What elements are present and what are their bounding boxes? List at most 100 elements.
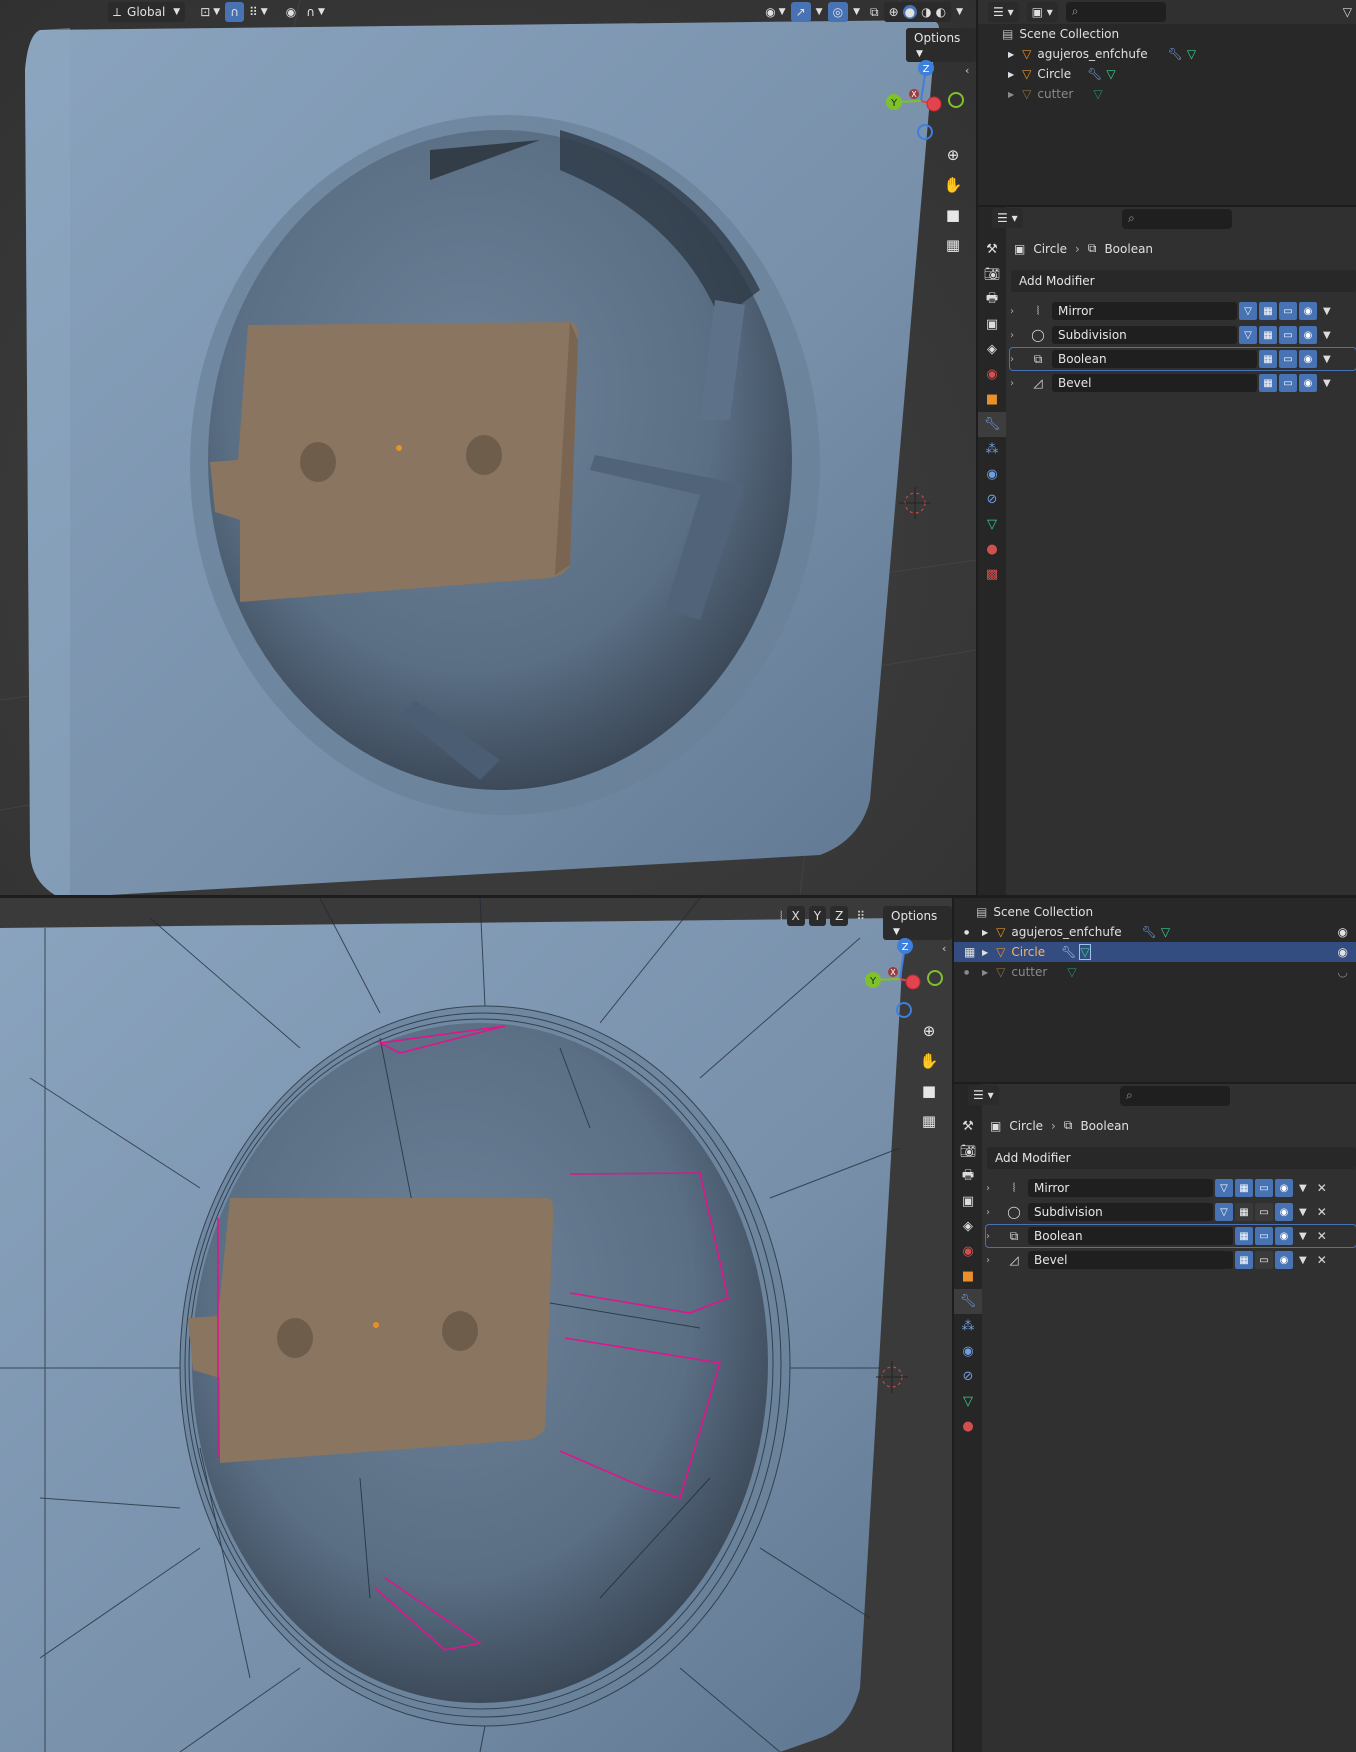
constraints-tab-icon[interactable]: ⊘ bbox=[978, 487, 1006, 512]
hand-pan-icon[interactable]: ✋ bbox=[916, 1048, 942, 1074]
zoom-icon[interactable]: ⊕ bbox=[940, 142, 966, 168]
viewport-display-icon[interactable]: ▭ bbox=[1279, 350, 1297, 368]
outliner-item-circle[interactable]: ▶ ▽ Circle 🔧︎ ▽ bbox=[978, 64, 1356, 84]
mesh-data-icon[interactable]: ▽ bbox=[1067, 965, 1076, 979]
eye-closed-icon[interactable]: ◡ bbox=[1338, 965, 1348, 979]
mirror-axis-x[interactable]: X bbox=[786, 906, 805, 926]
expand-arrow-icon[interactable]: › bbox=[986, 1207, 1000, 1218]
mesh-data-icon[interactable]: ▽ bbox=[1093, 87, 1102, 101]
solid-shading-icon[interactable]: ● bbox=[902, 5, 918, 19]
modifier-row-mirror[interactable]: › ⦚ Mirror ▽ ▦ ▭ ◉ ▼ ✕ bbox=[986, 1177, 1356, 1199]
object-tab-icon[interactable]: ■ bbox=[978, 387, 1006, 412]
rendered-shading-icon[interactable]: ◐ bbox=[936, 5, 946, 19]
on-cage-toggle-icon[interactable]: ▦ bbox=[1259, 326, 1277, 344]
xray-toggle[interactable]: ⧉ bbox=[865, 2, 884, 22]
modifier-tab-icon[interactable]: 🔧︎ bbox=[978, 412, 1006, 437]
view-layer-tab-icon[interactable]: ▣ bbox=[954, 1189, 982, 1214]
on-cage-toggle-icon[interactable]: ▦ bbox=[1259, 302, 1277, 320]
filter-icon[interactable]: ▽ bbox=[1343, 5, 1352, 19]
object-tab-icon[interactable]: ■ bbox=[954, 1264, 982, 1289]
render-camera-icon[interactable]: ◉ bbox=[1299, 302, 1317, 320]
modifier-row-subdivision[interactable]: › ◯ Subdivision ▽ ▦ ▭ ◉ ▼ ✕ bbox=[986, 1201, 1356, 1223]
expand-arrow-icon[interactable]: › bbox=[1010, 306, 1024, 317]
modifier-row-subdivision[interactable]: › ◯ Subdivision ▽ ▦ ▭ ◉ ▼ bbox=[1010, 324, 1356, 346]
modifier-name-field[interactable]: Mirror bbox=[1028, 1179, 1213, 1197]
edit-mode-toggle-icon[interactable]: ▦ bbox=[1259, 350, 1277, 368]
tool-tab-icon[interactable]: ⚒ bbox=[978, 237, 1006, 262]
modifier-row-boolean[interactable]: › ⧉ Boolean ▦ ▭ ◉ ▼ ✕ bbox=[985, 1224, 1356, 1248]
viewport-display-icon[interactable]: ▭ bbox=[1255, 1227, 1273, 1245]
edit-mode-icon[interactable]: ▦ bbox=[964, 945, 982, 959]
outliner-search-field[interactable]: ⌕ bbox=[1065, 2, 1166, 22]
remove-modifier-icon[interactable]: ✕ bbox=[1317, 1253, 1327, 1267]
camera-icon[interactable]: ■ bbox=[940, 202, 966, 228]
eye-icon[interactable]: ◉ bbox=[1338, 925, 1348, 939]
expand-arrow-icon[interactable]: ▶ bbox=[982, 968, 988, 977]
editor-type-dropdown[interactable]: ☰ ▾ bbox=[988, 2, 1019, 22]
mode-dot-icon[interactable]: ● bbox=[964, 969, 982, 976]
transform-orientation-dropdown[interactable]: ⟂ Global ▼ bbox=[108, 2, 186, 22]
gizmo-dropdown[interactable]: ▼ bbox=[811, 2, 828, 22]
mesh-data-icon[interactable]: ▽ bbox=[1106, 67, 1115, 81]
outliner-item-agujeros[interactable]: ● ▶ ▽ agujeros_enfchufe 🔧︎ ▽ ◉ bbox=[954, 922, 1356, 942]
chevron-down-icon[interactable]: ▼ bbox=[1299, 1255, 1307, 1266]
world-tab-icon[interactable]: ◉ bbox=[954, 1239, 982, 1264]
outliner-item-cutter[interactable]: ▶ ▽ cutter ▽ bbox=[978, 84, 1356, 104]
scene-tab-icon[interactable]: ◈ bbox=[954, 1214, 982, 1239]
wrench-icon[interactable]: 🔧︎ bbox=[1142, 925, 1157, 939]
view-layer-tab-icon[interactable]: ▣ bbox=[978, 312, 1006, 337]
edit-mode-toggle-icon[interactable]: ▽ bbox=[1215, 1203, 1233, 1221]
mode-dot-icon[interactable]: ● bbox=[964, 929, 982, 936]
remove-modifier-icon[interactable]: ✕ bbox=[1317, 1229, 1327, 1243]
editor-type-dropdown[interactable]: ☰ ▾ bbox=[992, 208, 1023, 228]
display-mode-dropdown[interactable]: ▣ ▾ bbox=[1026, 2, 1058, 22]
add-modifier-button[interactable]: Add Modifier bbox=[1011, 270, 1356, 292]
outliner-item-cutter[interactable]: ● ▶ ▽ cutter ▽ ◡ bbox=[954, 962, 1356, 982]
perspective-grid-icon[interactable]: ▦ bbox=[916, 1108, 942, 1134]
outliner-item-circle[interactable]: ▦ ▶ ▽ Circle 🔧︎ ▽ ◉ bbox=[954, 942, 1356, 962]
add-modifier-button[interactable]: Add Modifier bbox=[987, 1147, 1356, 1169]
expand-arrow-icon[interactable]: › bbox=[986, 1255, 1000, 1266]
modifier-name-field[interactable]: Subdivision bbox=[1028, 1203, 1213, 1221]
modifier-row-bevel[interactable]: › ◿ Bevel ▦ ▭ ◉ ▼ bbox=[1010, 372, 1356, 394]
overlays-dropdown[interactable]: ▼ bbox=[848, 2, 865, 22]
expand-arrow-icon[interactable]: ▶ bbox=[1008, 50, 1014, 59]
edit-mode-toggle-icon[interactable]: ▦ bbox=[1235, 1227, 1253, 1245]
mirror-toggle-icon[interactable]: ⦚ bbox=[780, 909, 783, 924]
chevron-down-icon[interactable]: ▼ bbox=[1299, 1231, 1307, 1242]
expand-arrow-icon[interactable]: › bbox=[1010, 354, 1024, 365]
perspective-grid-icon[interactable]: ▦ bbox=[940, 232, 966, 258]
output-tab-icon[interactable]: 🖶︎ bbox=[978, 287, 1006, 312]
zoom-icon[interactable]: ⊕ bbox=[916, 1018, 942, 1044]
mirror-axis-z[interactable]: Z bbox=[830, 906, 849, 926]
material-tab-icon[interactable]: ● bbox=[978, 537, 1006, 562]
modifier-name-field[interactable]: Bevel bbox=[1052, 374, 1257, 392]
modifier-name-field[interactable]: Subdivision bbox=[1052, 326, 1237, 344]
world-tab-icon[interactable]: ◉ bbox=[978, 362, 1006, 387]
physics-tab-icon[interactable]: ◉ bbox=[978, 462, 1006, 487]
expand-arrow-icon[interactable]: › bbox=[1010, 378, 1024, 389]
modifier-row-mirror[interactable]: › ⦚ Mirror ▽ ▦ ▭ ◉ ▼ bbox=[1010, 300, 1356, 322]
edit-mode-toggle-icon[interactable]: ▽ bbox=[1215, 1179, 1233, 1197]
mesh-data-icon[interactable]: ▽ bbox=[1079, 944, 1091, 960]
expand-arrow-icon[interactable]: › bbox=[986, 1231, 1000, 1242]
modifier-row-bevel[interactable]: › ◿ Bevel ▦ ▭ ◉ ▼ ✕ bbox=[986, 1249, 1356, 1271]
outliner-item-agujeros[interactable]: ▶ ▽ agujeros_enfchufe 🔧︎ ▽ bbox=[978, 44, 1356, 64]
constraints-tab-icon[interactable]: ⊘ bbox=[954, 1364, 982, 1389]
expand-arrow-icon[interactable]: ▶ bbox=[1008, 90, 1014, 99]
proportional-edit-toggle[interactable]: ◉ bbox=[281, 2, 301, 22]
on-cage-toggle-icon[interactable]: ▦ bbox=[1235, 1179, 1253, 1197]
expand-arrow-icon[interactable]: › bbox=[986, 1183, 1000, 1194]
edit-mode-toggle-icon[interactable]: ▦ bbox=[1235, 1251, 1253, 1269]
render-tab-icon[interactable]: 📷︎ bbox=[954, 1139, 982, 1164]
outliner-scene-collection[interactable]: ▤ Scene Collection bbox=[978, 24, 1356, 44]
viewport-3d-bottom[interactable]: ⦚ X Y Z ⠿ Options ▼ ‹ Z Y X ⊕ ✋ ■ ▦ bbox=[0, 898, 952, 1752]
chevron-down-icon[interactable]: ▼ bbox=[1323, 306, 1331, 317]
editor-type-dropdown[interactable]: ☰ ▾ bbox=[968, 1085, 999, 1105]
outliner-scene-collection[interactable]: ▤ Scene Collection bbox=[954, 902, 1356, 922]
render-camera-icon[interactable]: ◉ bbox=[1299, 374, 1317, 392]
material-tab-icon[interactable]: ● bbox=[954, 1414, 982, 1439]
pivot-point-dropdown[interactable]: ⊡ ▼ bbox=[195, 2, 225, 22]
wrench-icon[interactable]: 🔧︎ bbox=[1087, 67, 1102, 81]
overlays-toggle[interactable]: ◎ bbox=[827, 2, 849, 22]
